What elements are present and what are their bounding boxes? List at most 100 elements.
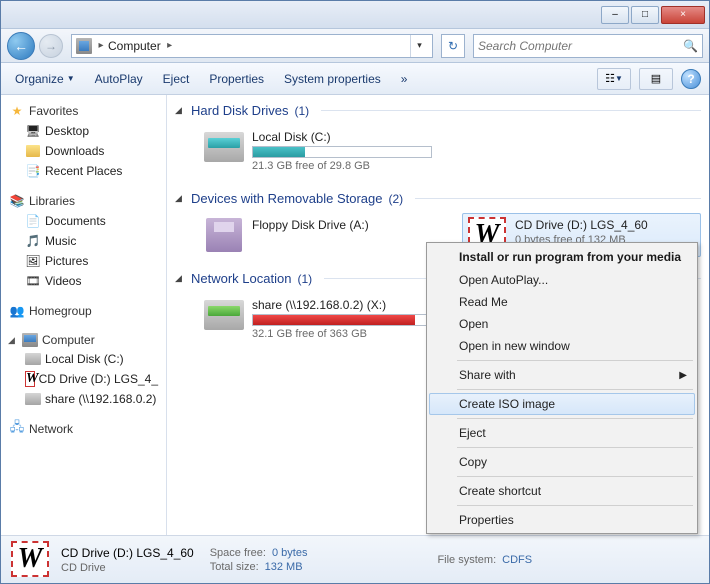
sidebar-item-documents[interactable]: 📄Documents [3, 211, 164, 231]
details-pane: W CD Drive (D:) LGS_4_60 CD Drive Space … [1, 535, 709, 583]
recent-icon: 📑 [25, 163, 41, 179]
network-drive-icon [204, 300, 244, 330]
titlebar: – □ × [1, 1, 709, 29]
favorites-icon: ★ [9, 103, 25, 119]
search-input[interactable] [478, 39, 683, 53]
menu-open-new-window[interactable]: Open in new window [429, 335, 695, 357]
breadcrumb-separator: ▸ [96, 40, 106, 51]
preview-pane-toggle[interactable]: ▤ [639, 68, 673, 90]
refresh-button[interactable]: ↻ [441, 34, 465, 58]
menu-separator [457, 389, 693, 390]
context-menu-header: Install or run program from your media [429, 245, 695, 269]
menu-separator [457, 418, 693, 419]
favorites-header[interactable]: ★Favorites [3, 101, 164, 121]
network-icon: 🖧 [9, 421, 25, 437]
libraries-icon: 📚 [9, 193, 25, 209]
computer-icon [76, 38, 92, 54]
system-properties-button[interactable]: System properties [278, 68, 387, 90]
eject-button[interactable]: Eject [157, 68, 196, 90]
menu-separator [457, 505, 693, 506]
music-icon: 🎵 [25, 233, 41, 249]
forward-button[interactable]: → [39, 34, 63, 58]
sidebar-item-videos[interactable]: 🎞Videos [3, 271, 164, 291]
menu-separator [457, 360, 693, 361]
address-dropdown[interactable]: ▾ [410, 35, 428, 57]
homegroup-header[interactable]: 👥Homegroup [3, 301, 164, 321]
breadcrumb-computer[interactable]: Computer [108, 39, 161, 53]
sidebar-item-recent[interactable]: 📑Recent Places [3, 161, 164, 181]
command-bar: Organize▼ AutoPlay Eject Properties Syst… [1, 63, 709, 95]
menu-separator [457, 476, 693, 477]
space-free-value: 0 bytes [272, 547, 307, 559]
address-bar[interactable]: ▸ Computer ▸ ▾ [71, 34, 433, 58]
help-button[interactable]: ? [681, 69, 701, 89]
sidebar-item-share[interactable]: share (\\192.168.0.2) [3, 389, 164, 409]
drive-local-disk[interactable]: Local Disk (C:) 21.3 GB free of 29.8 GB [199, 125, 449, 177]
pictures-icon: 🖼 [25, 253, 41, 269]
drive-label: CD Drive (D:) LGS_4_60 [515, 218, 648, 232]
computer-header[interactable]: ◢Computer [3, 331, 164, 349]
details-subtitle: CD Drive [61, 562, 194, 574]
homegroup-icon: 👥 [9, 303, 25, 319]
videos-icon: 🎞 [25, 273, 41, 289]
maximize-button[interactable]: □ [631, 6, 659, 24]
floppy-icon [206, 218, 242, 252]
navigation-pane: ★Favorites 🖥Desktop Downloads 📑Recent Pl… [1, 95, 167, 535]
desktop-icon: 🖥 [25, 123, 41, 139]
search-icon[interactable]: 🔍 [683, 39, 698, 53]
minimize-button[interactable]: – [601, 6, 629, 24]
organize-menu[interactable]: Organize▼ [9, 68, 81, 90]
menu-create-shortcut[interactable]: Create shortcut [429, 480, 695, 502]
properties-button[interactable]: Properties [203, 68, 270, 90]
cd-icon [25, 371, 35, 387]
space-free-label: Space free: [210, 547, 266, 559]
hdd-icon [204, 132, 244, 162]
search-box[interactable]: 🔍 [473, 34, 703, 58]
drive-network-share[interactable]: share (\\192.168.0.2) (X:) 32.1 GB free … [199, 293, 449, 345]
close-button[interactable]: × [661, 6, 705, 24]
sidebar-item-downloads[interactable]: Downloads [3, 141, 164, 161]
documents-icon: 📄 [25, 213, 41, 229]
menu-open[interactable]: Open [429, 313, 695, 335]
menu-readme[interactable]: Read Me [429, 291, 695, 313]
menu-share-with[interactable]: Share with▶ [429, 364, 695, 386]
details-title: CD Drive (D:) LGS_4_60 [61, 546, 194, 560]
menu-separator [457, 447, 693, 448]
network-drive-icon [25, 391, 41, 407]
libraries-header[interactable]: 📚Libraries [3, 191, 164, 211]
sidebar-item-desktop[interactable]: 🖥Desktop [3, 121, 164, 141]
drive-label: share (\\192.168.0.2) (X:) [252, 298, 432, 312]
back-button[interactable]: ← [7, 32, 35, 60]
sidebar-item-pictures[interactable]: 🖼Pictures [3, 251, 164, 271]
menu-properties[interactable]: Properties [429, 509, 695, 531]
sidebar-item-music[interactable]: 🎵Music [3, 231, 164, 251]
toolbar-overflow[interactable]: » [395, 68, 414, 90]
computer-icon [22, 333, 38, 347]
filesystem-label: File system: [437, 554, 496, 566]
expand-icon[interactable]: ◢ [8, 335, 18, 346]
sidebar-item-cddrive[interactable]: CD Drive (D:) LGS_4_ [3, 369, 164, 389]
filesystem-value: CDFS [502, 554, 532, 566]
capacity-bar [252, 146, 432, 158]
menu-eject[interactable]: Eject [429, 422, 695, 444]
menu-create-iso[interactable]: Create ISO image [429, 393, 695, 415]
drive-label: Floppy Disk Drive (A:) [252, 218, 369, 232]
menu-copy[interactable]: Copy [429, 451, 695, 473]
network-header[interactable]: 🖧Network [3, 419, 164, 439]
context-menu: Install or run program from your media O… [426, 242, 698, 534]
group-hard-disk-drives[interactable]: ◢ Hard Disk Drives (1) [175, 99, 701, 122]
total-size-label: Total size: [210, 561, 259, 573]
navigation-bar: ← → ▸ Computer ▸ ▾ ↻ 🔍 [1, 29, 709, 63]
sidebar-item-localdisk[interactable]: Local Disk (C:) [3, 349, 164, 369]
cd-icon: W [11, 541, 49, 577]
total-size-value: 132 MB [265, 561, 303, 573]
view-options[interactable]: ☷ ▼ [597, 68, 631, 90]
capacity-bar [252, 314, 432, 326]
drive-floppy[interactable]: Floppy Disk Drive (A:) [199, 213, 438, 257]
breadcrumb-separator[interactable]: ▸ [165, 40, 175, 51]
menu-open-autoplay[interactable]: Open AutoPlay... [429, 269, 695, 291]
drive-capacity-text: 21.3 GB free of 29.8 GB [252, 160, 432, 172]
group-removable-storage[interactable]: ◢ Devices with Removable Storage (2) [175, 187, 701, 210]
drive-capacity-text: 32.1 GB free of 363 GB [252, 328, 432, 340]
autoplay-button[interactable]: AutoPlay [89, 68, 149, 90]
